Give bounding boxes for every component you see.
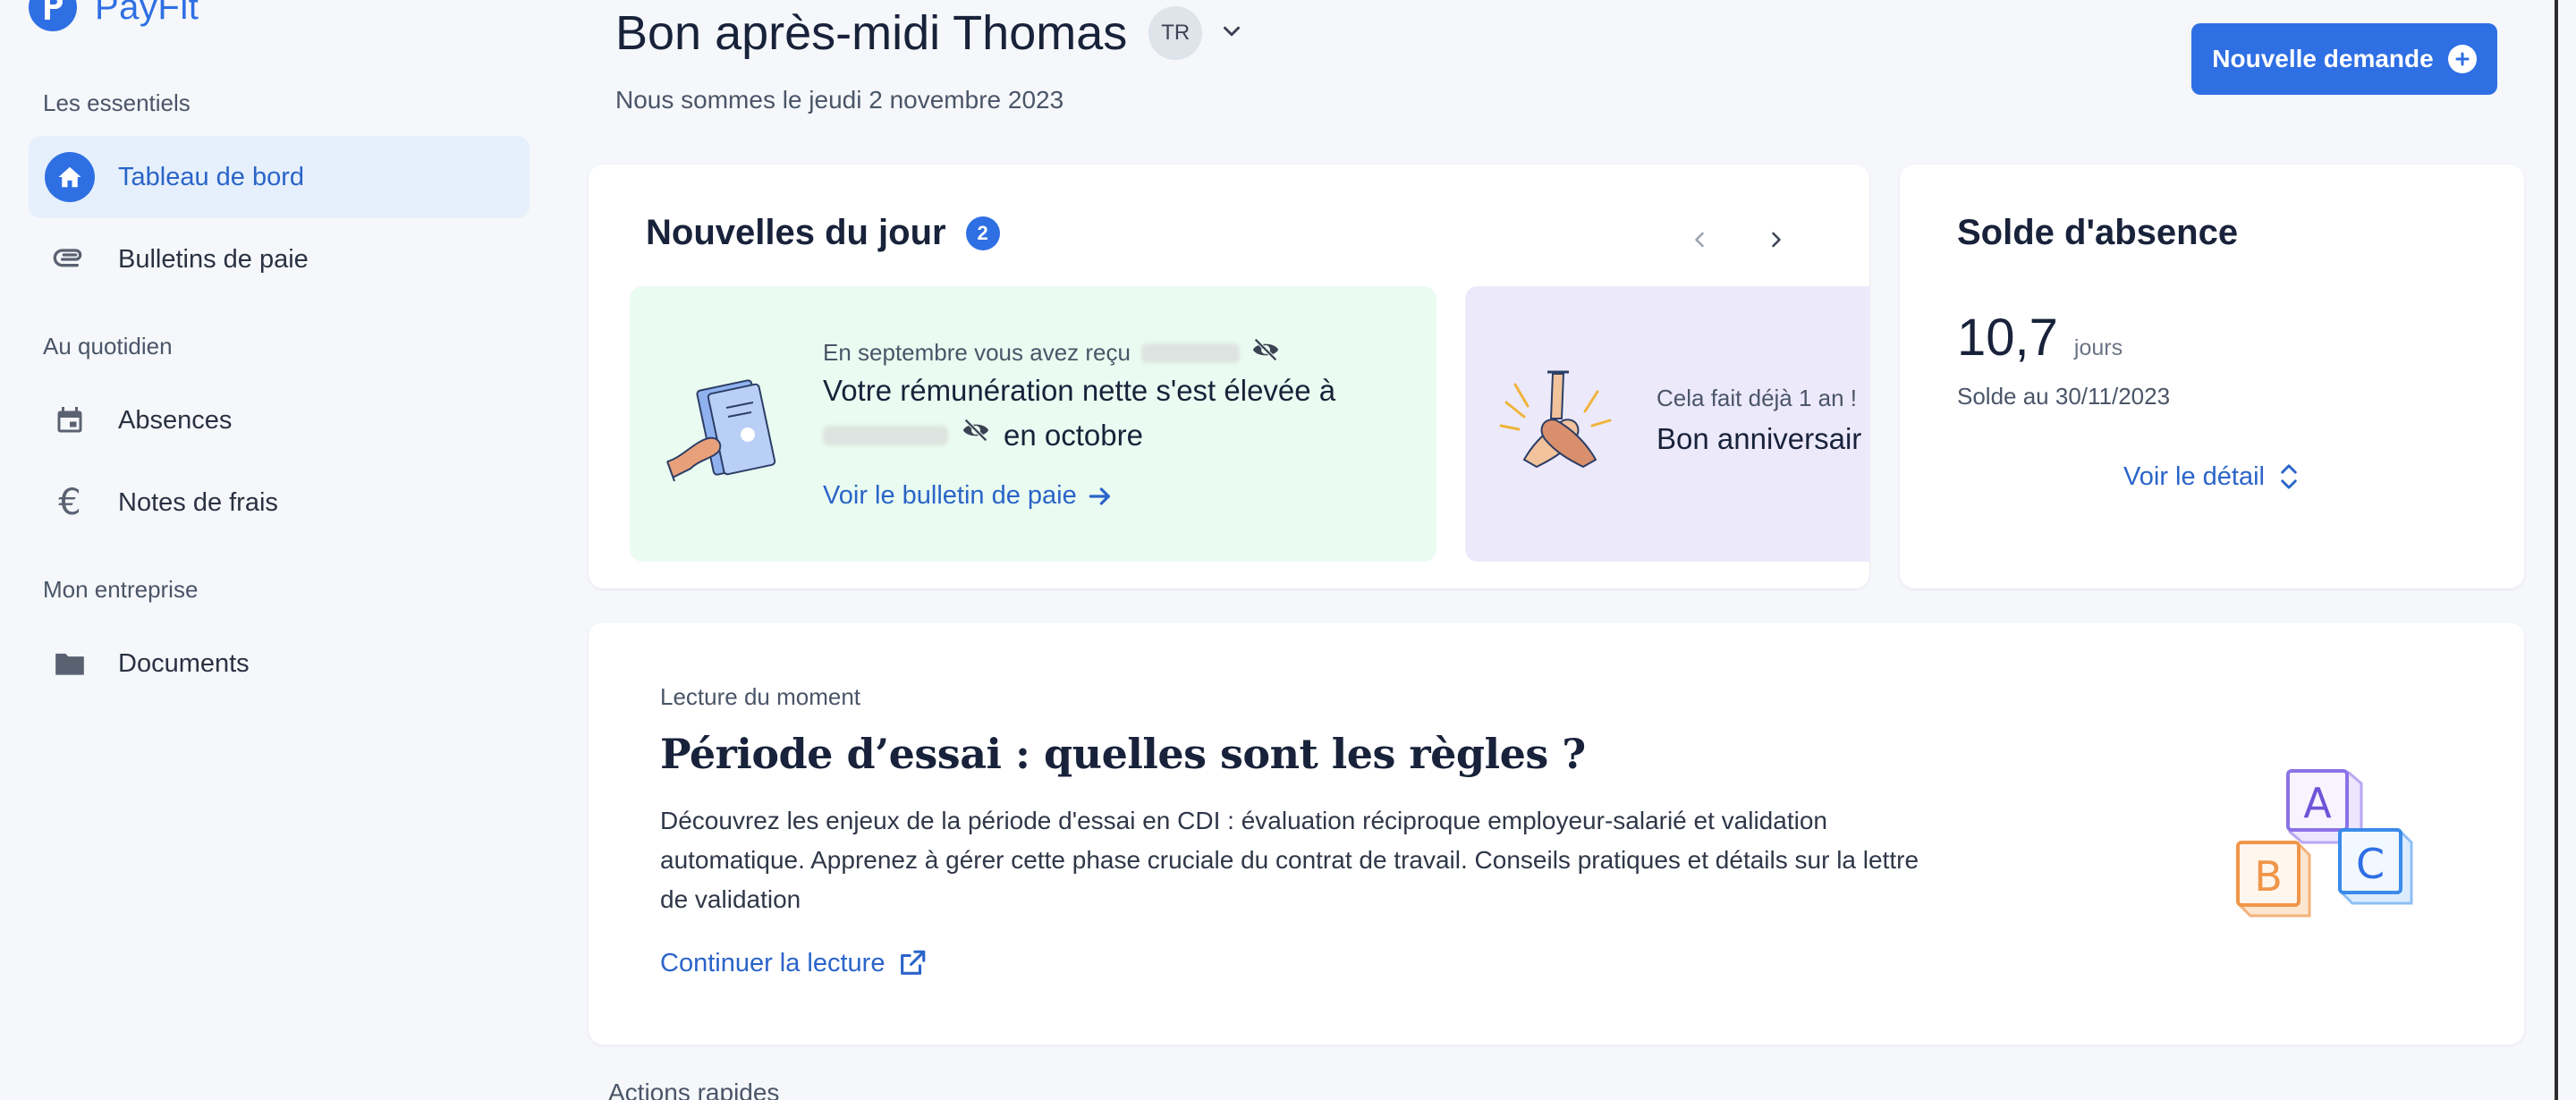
current-date: Nous sommes le jeudi 2 novembre 2023	[615, 86, 1064, 114]
sidebar-item-dashboard[interactable]: Tableau de bord	[29, 136, 530, 218]
news-item-main-line1: Votre rémunération nette s'est élevée à	[823, 374, 1336, 407]
absence-value: 10,7	[1957, 309, 2058, 367]
calendar-icon	[29, 379, 111, 461]
sidebar-item-payslips[interactable]: Bulletins de paie	[29, 218, 530, 300]
carousel-prev-button[interactable]	[1674, 215, 1724, 265]
payslip-illustration-icon	[664, 372, 780, 493]
sidebar-item-label: Notes de frais	[118, 487, 278, 517]
absence-title: Solde d'absence	[1957, 213, 2239, 252]
chevron-down-icon[interactable]	[1218, 18, 1245, 49]
eye-off-icon[interactable]	[961, 413, 991, 458]
hidden-amount	[1140, 343, 1240, 363]
expand-vertical-icon	[2281, 464, 2297, 489]
view-detail-link[interactable]: Voir le détail	[1900, 461, 2524, 492]
block-letter-c: C	[2356, 840, 2385, 888]
news-item-subtitle: En septembre vous avez reçu	[823, 339, 1131, 366]
section-label-entreprise: Mon entreprise	[43, 576, 199, 603]
page-title: Bon après-midi Thomas	[615, 6, 1128, 60]
news-item-salary[interactable]: En septembre vous avez reçu Votre rémuné…	[630, 286, 1436, 562]
sidebar-item-label: Absences	[118, 405, 233, 435]
absence-unit: jours	[2073, 335, 2123, 360]
new-request-button[interactable]: Nouvelle demande	[2191, 23, 2497, 95]
avatar[interactable]: TR	[1148, 6, 1203, 60]
sidebar-item-label: Tableau de bord	[118, 162, 304, 191]
new-request-label: Nouvelle demande	[2212, 45, 2434, 72]
continue-reading-link[interactable]: Continuer la lecture	[660, 948, 928, 978]
news-title: Nouvelles du jour	[646, 213, 946, 252]
view-detail-label: Voir le détail	[2123, 461, 2265, 491]
arrow-right-icon	[1089, 487, 1110, 505]
news-item-anniversary[interactable]: Cela fait déjà 1 an ! Bon anniversair	[1465, 286, 1869, 562]
block-letter-a: A	[2303, 779, 2332, 827]
paperclip-icon	[29, 218, 111, 300]
payfit-logo[interactable]: PayFit	[29, 0, 199, 34]
sidebar-item-documents[interactable]: Documents	[29, 622, 530, 705]
payfit-logo-icon	[29, 0, 77, 31]
quick-actions-label: Actions rapides	[608, 1079, 780, 1100]
home-icon	[45, 152, 95, 202]
plus-circle-icon	[2447, 45, 2477, 73]
brand-name: PayFit	[95, 0, 199, 27]
view-payslip-label: Voir le bulletin de paie	[823, 481, 1077, 510]
sidebar-item-expenses[interactable]: € Notes de frais	[29, 461, 530, 544]
block-letter-b: B	[2254, 852, 2283, 901]
absence-balance-card: Solde d'absence 10,7 jours Solde au 30/1…	[1900, 165, 2524, 588]
reading-card: Lecture du moment Période d’essai : quel…	[589, 622, 2524, 1045]
section-label-quotidien: Au quotidien	[43, 333, 173, 360]
news-item-main: Bon anniversair	[1657, 422, 1862, 455]
absence-balance-date: Solde au 30/11/2023	[1957, 383, 2171, 410]
abc-blocks-illustration-icon: A B C	[2234, 766, 2413, 949]
view-payslip-link[interactable]: Voir le bulletin de paie	[823, 481, 1114, 511]
reading-kicker: Lecture du moment	[660, 683, 861, 710]
hidden-amount	[823, 426, 948, 445]
euro-icon: €	[58, 482, 81, 523]
page-header: Bon après-midi Thomas TR	[615, 0, 1245, 66]
section-label-essentiels: Les essentiels	[43, 89, 191, 116]
news-count-badge: 2	[965, 216, 1000, 250]
carousel-next-button[interactable]	[1751, 215, 1801, 265]
news-item-main-line2: en octobre	[1004, 419, 1143, 452]
sidebar-item-label: Bulletins de paie	[118, 244, 309, 274]
chevron-left-icon	[1695, 232, 1704, 248]
sidebar: PayFit Les essentiels Tableau de bord Bu…	[0, 0, 546, 1100]
external-link-icon	[901, 950, 926, 975]
window-scrollbar[interactable]	[2555, 0, 2576, 1100]
continue-reading-label: Continuer la lecture	[660, 948, 886, 977]
chevron-right-icon	[1772, 232, 1781, 248]
sidebar-item-label: Documents	[118, 648, 250, 678]
eye-off-icon[interactable]	[1250, 334, 1281, 371]
folder-icon	[29, 622, 111, 705]
sidebar-item-absences[interactable]: Absences	[29, 379, 530, 461]
reading-title: Période d’essai : quelles sont les règle…	[660, 730, 1586, 778]
news-card: Nouvelles du jour 2 En septembre vous av…	[589, 165, 1869, 588]
news-item-subtitle: Cela fait déjà 1 an !	[1657, 385, 1858, 411]
reading-body: Découvrez les enjeux de la période d'ess…	[660, 807, 1919, 913]
hands-celebration-icon	[1497, 367, 1623, 487]
